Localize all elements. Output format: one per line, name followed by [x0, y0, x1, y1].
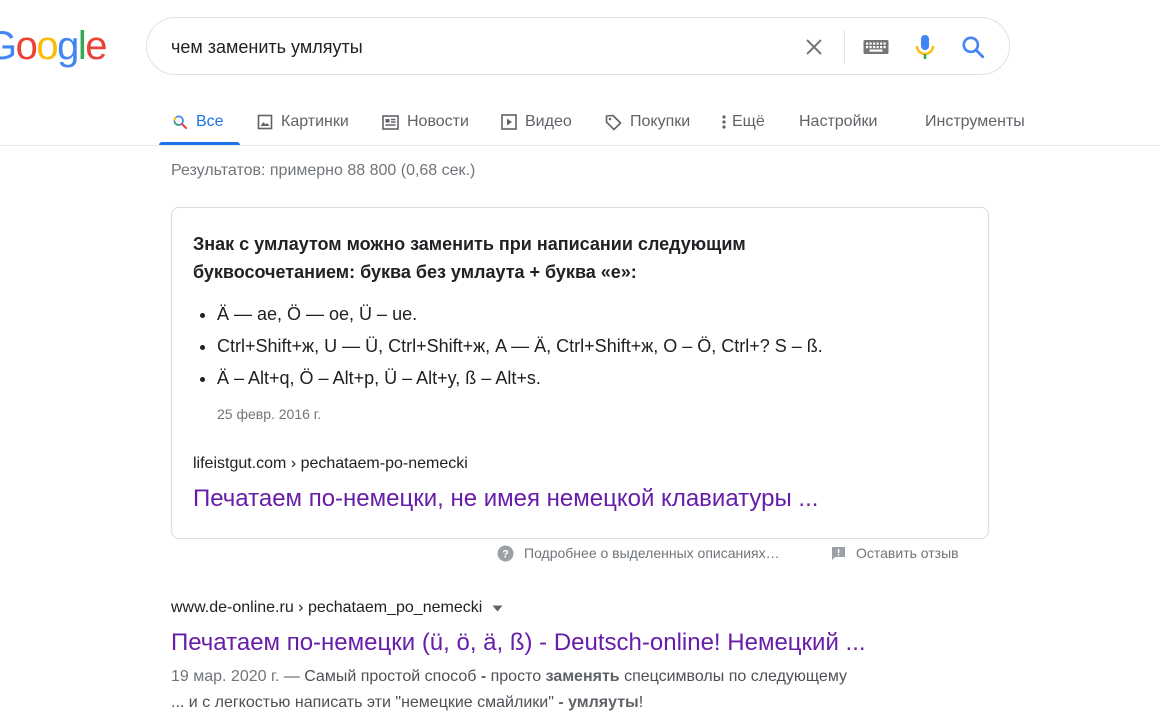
tab-more[interactable]: Ещё — [720, 98, 765, 146]
search-box — [146, 17, 1010, 75]
snippet-source-url: lifeistgut.com › pechataem-po-nemecki — [193, 455, 468, 472]
play-icon — [501, 114, 517, 130]
keyboard-icon[interactable] — [861, 33, 891, 61]
snippet-list: Ä — ae, Ö — oe, Ü – ue. Ctrl+Shift+ж, U … — [193, 298, 823, 394]
logo-letter-g2: g — [57, 24, 79, 68]
tab-label: Картинки — [281, 113, 349, 130]
tab-label: Покупки — [630, 113, 691, 130]
header: Google чем заменить умляуты Все Картинки… — [0, 0, 1160, 146]
about-featured-snippets-link[interactable]: ? Подробнее о выделенных описаниях… — [497, 543, 780, 563]
snippet-title-link[interactable]: Печатаем по-немецки, не имея немецкой кл… — [193, 483, 818, 515]
list-item: Ä — ae, Ö — oe, Ü – ue. — [217, 298, 823, 330]
tab-label: Инструменты — [925, 113, 1025, 130]
feedback-icon — [831, 546, 846, 561]
tab-shopping[interactable]: Покупки — [605, 98, 690, 146]
tab-all[interactable]: Все — [172, 98, 224, 146]
result-url-text: www.de-online.ru › pechataem_po_nemecki — [171, 599, 483, 616]
tab-label: Все — [196, 113, 224, 130]
result-title-link[interactable]: Печатаем по-немецки (ü, ö, ä, ß) - Deuts… — [171, 627, 866, 659]
tab-news[interactable]: Новости — [382, 98, 469, 146]
snippet-heading: Знак с умлаутом можно заменить при напис… — [193, 234, 746, 282]
tab-tools[interactable]: Инструменты — [925, 98, 1025, 146]
list-item: Ä – Alt+q, Ö – Alt+p, Ü – Alt+y, ß – Alt… — [217, 362, 823, 394]
tab-label: Настройки — [799, 113, 878, 130]
google-logo[interactable]: Google — [0, 22, 107, 70]
list-item: Ctrl+Shift+ж, U — Ü, Ctrl+Shift+ж, A — Ä… — [217, 330, 823, 362]
news-icon — [382, 114, 399, 130]
tag-icon — [605, 114, 622, 131]
header-separator — [0, 145, 1160, 146]
logo-letter-o2: o — [36, 24, 58, 68]
svg-text:?: ? — [502, 548, 509, 560]
help-icon: ? — [497, 545, 514, 562]
tab-label: Новости — [407, 113, 469, 130]
search-box-divider — [844, 30, 845, 64]
feedback-about-label: Подробнее о выделенных описаниях… — [524, 545, 780, 561]
tab-video[interactable]: Видео — [501, 98, 572, 146]
search-input[interactable] — [171, 32, 771, 62]
tab-label: Ещё — [732, 113, 765, 130]
search-icon[interactable] — [959, 33, 987, 61]
search-tabs: Все Картинки Новости Видео Покупки Ещё Н… — [0, 98, 1160, 146]
logo-letter-g: G — [0, 24, 17, 68]
logo-letter-e: e — [85, 24, 107, 68]
tab-settings[interactable]: Настройки — [799, 98, 877, 146]
tab-images[interactable]: Картинки — [257, 98, 349, 146]
image-icon — [257, 114, 273, 130]
search-icon — [172, 114, 188, 130]
result-description: 19 мар. 2020 г. — Самый простой способ -… — [171, 668, 847, 711]
more-vert-icon — [720, 114, 728, 130]
result-date: 19 мар. 2020 г. — [171, 668, 280, 685]
feedback-send-label: Оставить отзыв — [856, 545, 959, 561]
clear-icon[interactable] — [800, 33, 828, 61]
featured-snippet: Знак с умлаутом можно заменить при напис… — [171, 207, 989, 539]
snippet-date: 25 февр. 2016 г. — [217, 406, 322, 422]
logo-letter-o1: o — [15, 24, 38, 68]
send-feedback-link[interactable]: Оставить отзыв — [831, 543, 959, 563]
result-url: www.de-online.ru › pechataem_po_nemecki — [171, 599, 503, 617]
result-stats: Результатов: примерно 88 800 (0,68 сек.) — [171, 162, 476, 179]
logo-letter-l: l — [77, 24, 87, 68]
tab-label: Видео — [525, 113, 572, 130]
caret-down-icon[interactable] — [492, 605, 503, 612]
microphone-icon[interactable] — [911, 33, 939, 61]
